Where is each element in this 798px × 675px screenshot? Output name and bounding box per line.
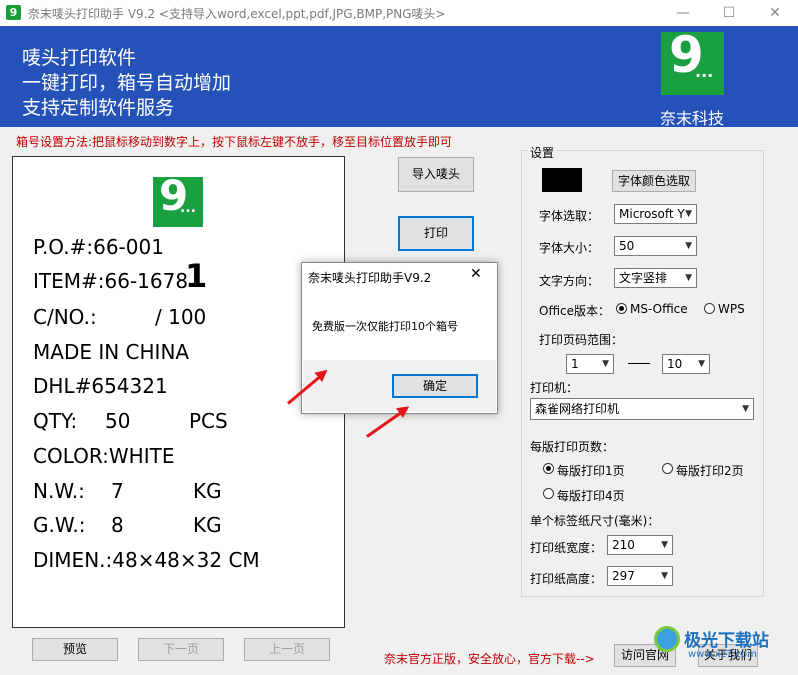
printer-dropdown[interactable]: 森雀网络打印机 ▼ (530, 398, 754, 420)
paper-height-dropdown[interactable]: 297 ▼ (607, 566, 673, 586)
qty-value: 50 (105, 409, 131, 433)
company-name: 奈末科技 (660, 109, 725, 128)
color-line: COLOR:WHITE (33, 444, 175, 468)
nw-label: N.W.: (33, 479, 85, 503)
radio-pps-1[interactable] (543, 463, 554, 474)
dialog-title: 奈末唛头打印助手V9.2 (308, 271, 432, 285)
prev-page-button[interactable]: 上一页 (244, 638, 330, 661)
pps-1-label: 每版打印1页 (557, 464, 625, 478)
nw-unit: KG (193, 479, 222, 503)
import-button[interactable]: 导入唛头 (398, 157, 474, 192)
watermark-logo-icon (654, 626, 680, 652)
radio-pps-2[interactable] (662, 463, 673, 474)
font-color-swatch (542, 168, 582, 192)
radio-wps[interactable] (704, 303, 715, 314)
dialog-close-button[interactable]: ✕ (470, 266, 482, 282)
chevron-down-icon: ▼ (685, 209, 692, 219)
watermark-text: 极光下载站 (684, 631, 769, 651)
chevron-down-icon: ▼ (685, 273, 692, 283)
dhl-number: DHL#654321 (33, 374, 168, 398)
made-in: MADE IN CHINA (33, 340, 190, 364)
banner-line-2: 一键打印，箱号自动增加 (22, 72, 232, 94)
box-number[interactable]: 1 (185, 257, 207, 295)
dimensions: DIMEN.:48×48×32 CM (33, 548, 260, 572)
item-number: ITEM#:66-1678 (33, 269, 189, 293)
paper-width-dropdown[interactable]: 210 ▼ (607, 535, 673, 555)
font-select-dropdown[interactable]: Microsoft Y ▼ (614, 204, 697, 224)
carton-number-label: C/NO.: (33, 305, 97, 329)
company-logo: 9 ... (661, 26, 724, 95)
range-dash (628, 363, 650, 364)
preview-logo: 9 ... (153, 171, 203, 227)
next-page-button[interactable]: 下一页 (138, 638, 224, 661)
print-button[interactable]: 打印 (398, 216, 474, 251)
label-preview: 9 ... P.O.#:66-001 ITEM#:66-1678 1 C/NO.… (12, 156, 345, 628)
gw-label: G.W.: (33, 513, 86, 537)
printer-label: 打印机： (530, 381, 579, 395)
radio-pps-4[interactable] (543, 488, 554, 499)
settings-title: 设置 (528, 144, 557, 161)
chevron-down-icon: ▼ (698, 359, 705, 369)
text-direction-label: 文字方向： (539, 274, 600, 288)
watermark-url: www.xz7.com (688, 649, 757, 660)
nw-value: 7 (111, 479, 124, 503)
po-number: P.O.#:66-001 (33, 235, 164, 259)
chevron-down-icon: ▼ (685, 241, 692, 251)
page-range-label: 打印页码范围： (539, 333, 624, 347)
chevron-down-icon: ▼ (602, 359, 609, 369)
minimize-button[interactable]: — (660, 0, 706, 26)
font-size-label: 字体大小： (539, 241, 600, 255)
chevron-down-icon: ▼ (661, 571, 668, 581)
page-from-dropdown[interactable]: 1 ▼ (566, 354, 614, 374)
maximize-button[interactable]: ☐ (706, 0, 752, 26)
carton-total: / 100 (155, 305, 207, 329)
font-select-label: 字体选取： (539, 209, 600, 223)
instruction-text: 箱号设置方法:把鼠标移动到数字上，按下鼠标左键不放手，移至目标位置放手即可 (16, 135, 453, 149)
wps-label: WPS (718, 302, 745, 316)
title-bar: 9 奈末唛头打印助手 V9.2 <支持导入word,excel,ppt,pdf,… (0, 0, 798, 26)
banner-line-1: 唛头打印软件 (22, 47, 137, 69)
window-title: 奈末唛头打印助手 V9.2 <支持导入word,excel,ppt,pdf,JP… (28, 7, 446, 21)
ms-office-label: MS-Office (630, 302, 688, 316)
close-button[interactable]: ✕ (752, 0, 798, 26)
gw-value: 8 (111, 513, 124, 537)
app-icon: 9 (6, 5, 21, 20)
font-color-button[interactable]: 字体颜色选取 (612, 170, 696, 192)
message-dialog: 奈末唛头打印助手V9.2 ✕ 免费版一次仅能打印10个箱号 确定 (301, 262, 498, 414)
font-size-dropdown[interactable]: 50 ▼ (614, 236, 697, 256)
qty-label: QTY: (33, 409, 78, 433)
qty-unit: PCS (189, 409, 228, 433)
gw-unit: KG (193, 513, 222, 537)
paper-height-label: 打印纸高度： (530, 572, 603, 586)
preview-button[interactable]: 预览 (32, 638, 118, 661)
label-size-label: 单个标签纸尺寸(毫米)： (530, 514, 660, 528)
page-to-dropdown[interactable]: 10 ▼ (662, 354, 710, 374)
chevron-down-icon: ▼ (742, 404, 749, 414)
text-direction-dropdown[interactable]: 文字竖排 ▼ (614, 268, 697, 288)
radio-ms-office[interactable] (616, 303, 627, 314)
paper-width-label: 打印纸宽度： (530, 541, 603, 555)
pps-4-label: 每版打印4页 (557, 489, 625, 503)
watermark: 极光下载站 www.xz7.com (654, 622, 794, 672)
banner-line-3: 支持定制软件服务 (22, 97, 175, 119)
footer-notice: 奈末官方正版，安全放心，官方下载--> (384, 652, 595, 666)
pages-per-sheet-label: 每版打印页数： (530, 440, 615, 454)
office-version-label: Office版本： (539, 304, 611, 318)
pps-2-label: 每版打印2页 (676, 464, 744, 478)
dialog-ok-button[interactable]: 确定 (392, 374, 478, 398)
dialog-message: 免费版一次仅能打印10个箱号 (312, 320, 458, 333)
chevron-down-icon: ▼ (661, 540, 668, 550)
